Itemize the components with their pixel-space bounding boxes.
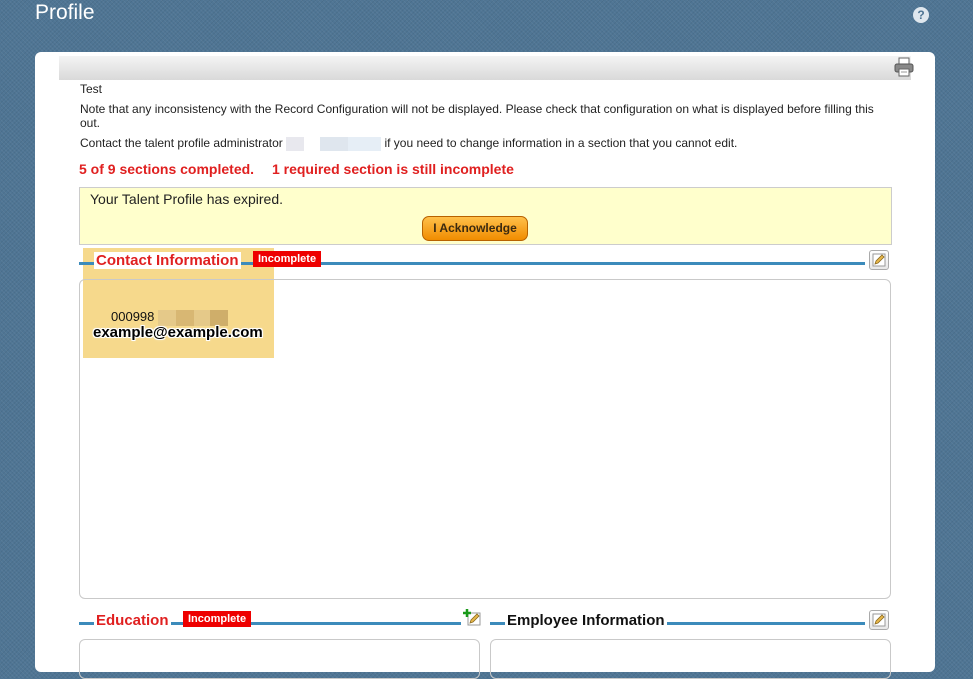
expired-message: Your Talent Profile has expired. — [90, 191, 284, 207]
profile-panel: Test Note that any inconsistency with th… — [35, 52, 935, 679]
intro-contact-line: Contact the talent profile administrator… — [80, 136, 737, 151]
education-add-button[interactable] — [463, 608, 483, 628]
intro-note: Note that any inconsistency with the Rec… — [80, 102, 874, 130]
contact-prefix: Contact the talent profile administrator — [80, 136, 283, 150]
sections-incomplete: 1 required section is still incomplete — [271, 161, 514, 177]
contact-incomplete-badge: Incomplete — [253, 251, 322, 267]
education-section-title: Education — [94, 612, 171, 629]
page-title: Profile — [35, 1, 95, 24]
employee-edit-button[interactable] — [869, 610, 889, 630]
acknowledge-button[interactable]: I Acknowledge — [422, 216, 528, 241]
pencil-icon — [872, 613, 886, 627]
add-edit-icon — [463, 609, 481, 626]
expired-alert: Your Talent Profile has expired. I Ackno… — [79, 187, 892, 245]
question-icon[interactable]: ? — [913, 7, 929, 23]
admin-name-redacted[interactable] — [286, 136, 382, 151]
printer-icon[interactable] — [893, 57, 915, 77]
education-box — [79, 639, 480, 679]
education-incomplete-badge: Incomplete — [183, 611, 252, 627]
contact-email: example@example.com — [93, 324, 263, 341]
intro-test-label: Test — [80, 82, 103, 96]
contact-id-prefix: 000998 — [111, 309, 155, 324]
progress-status: 5 of 9 sections completed. 1 required se… — [79, 161, 528, 177]
contact-edit-button[interactable] — [869, 250, 889, 270]
employee-section-title: Employee Information — [505, 612, 667, 629]
contact-suffix: if you need to change information in a s… — [384, 136, 738, 150]
sections-completed: 5 of 9 sections completed. — [79, 161, 255, 177]
pencil-icon — [872, 253, 886, 267]
toolbar — [59, 56, 914, 80]
contact-section-title: Contact Information — [94, 252, 241, 269]
employee-box — [490, 639, 891, 679]
